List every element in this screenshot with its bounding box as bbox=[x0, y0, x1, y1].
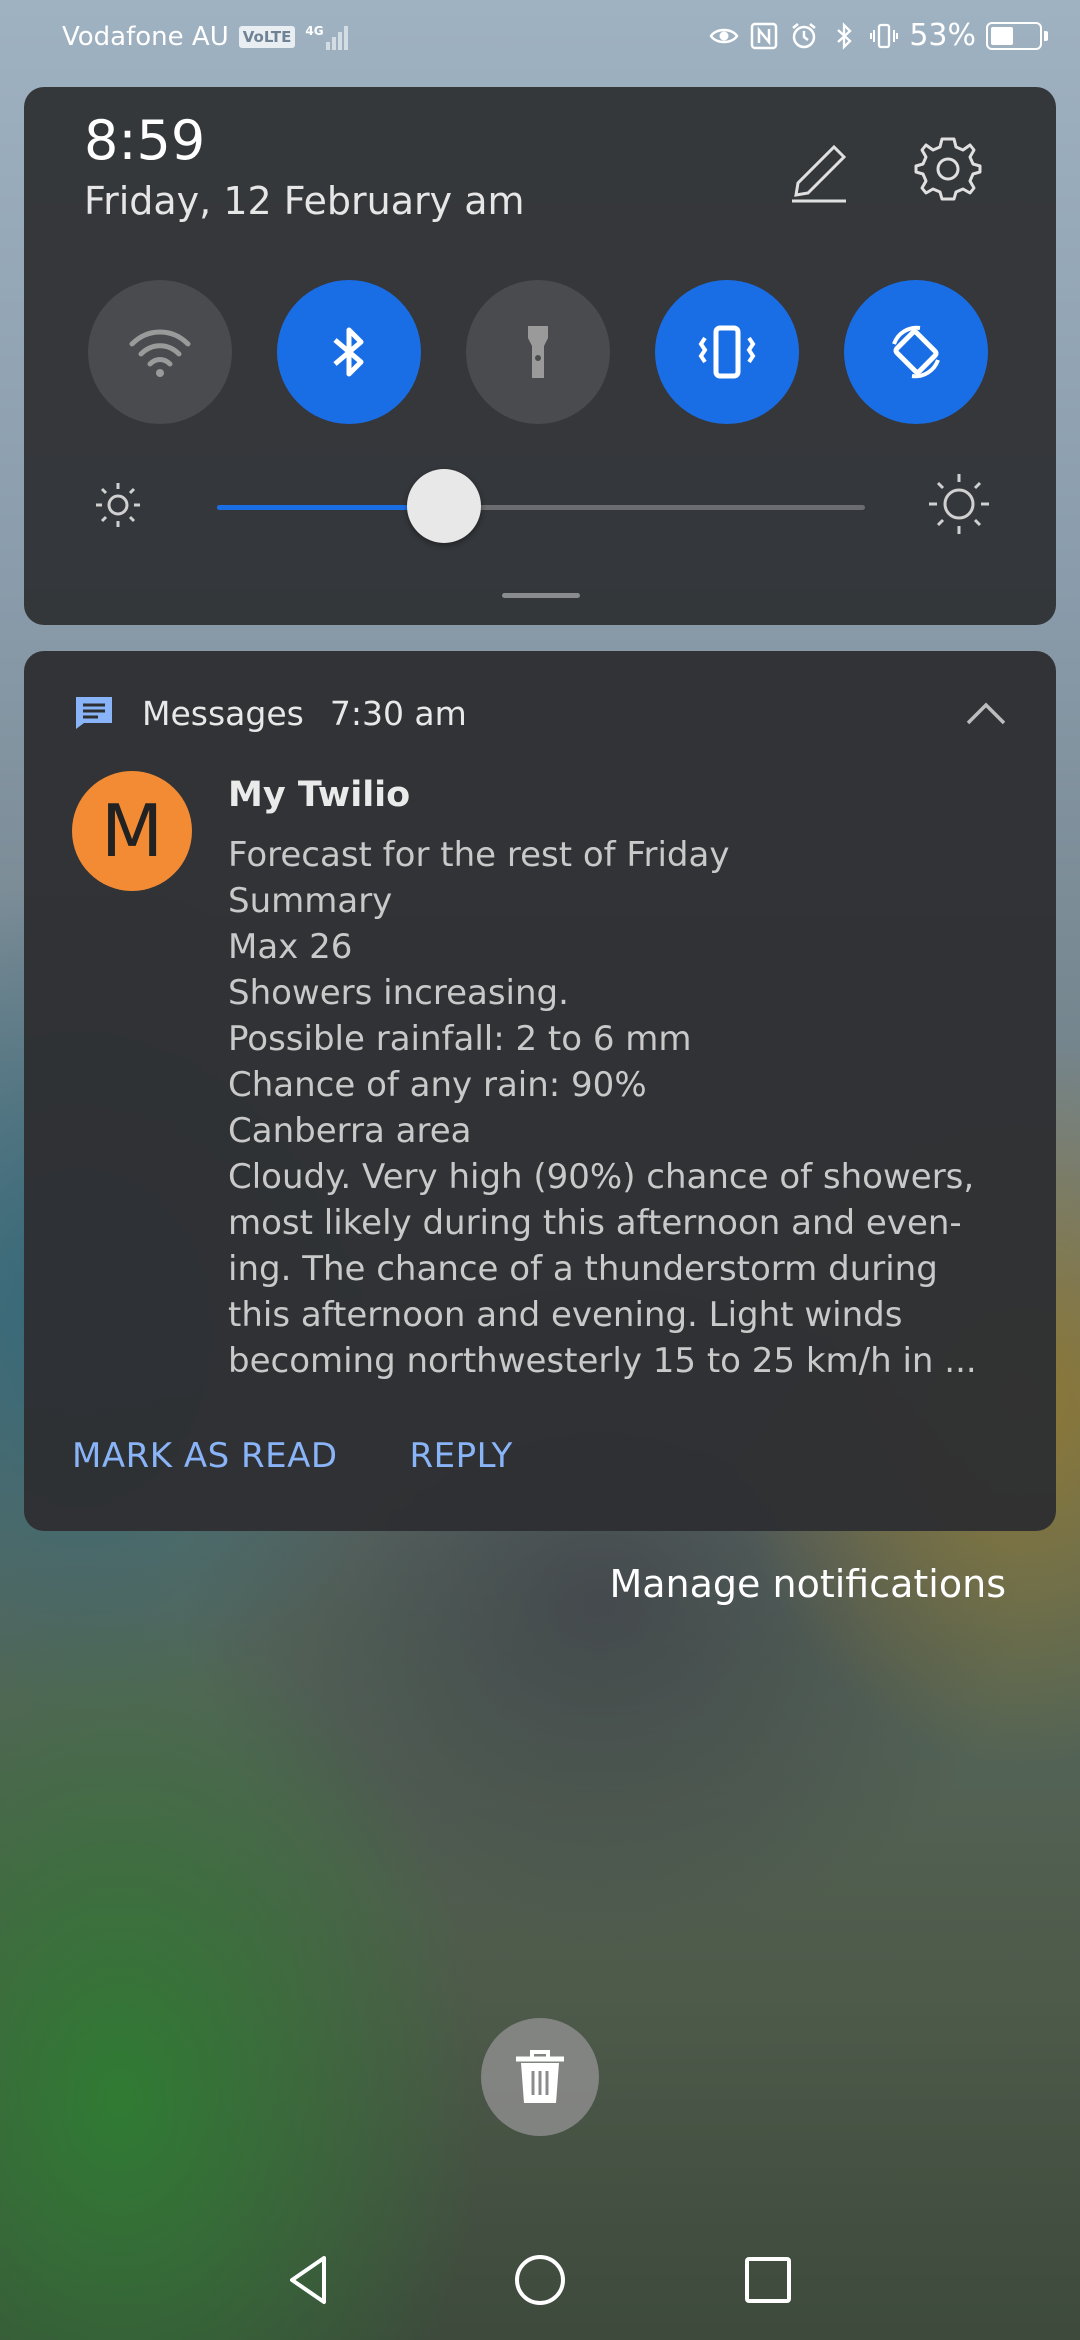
body-line: Canberra area bbox=[228, 1111, 472, 1151]
mark-as-read-button[interactable]: MARK AS READ bbox=[72, 1436, 338, 1476]
manage-notifications-link[interactable]: Manage notifications bbox=[609, 1562, 1006, 1606]
messages-app-icon bbox=[76, 697, 112, 729]
battery-percent: 53% bbox=[909, 18, 976, 53]
volte-badge: VoLTE bbox=[238, 26, 296, 48]
body-line: Forecast for the rest of Friday bbox=[228, 835, 730, 875]
chevron-up-icon[interactable] bbox=[964, 699, 1008, 727]
notification-header: Messages 7:30 am bbox=[74, 691, 467, 735]
alarm-icon bbox=[792, 22, 817, 48]
brightness-slider-thumb[interactable] bbox=[406, 469, 481, 543]
body-line: Summary bbox=[228, 881, 393, 921]
body-line: this afternoon and evening. Light winds bbox=[228, 1295, 903, 1335]
brightness-low-icon bbox=[96, 483, 140, 527]
brightness-slider[interactable] bbox=[217, 469, 865, 543]
network-type: 4G bbox=[305, 24, 324, 38]
notification-time: 7:30 am bbox=[329, 693, 467, 733]
auto-rotate-toggle[interactable] bbox=[844, 280, 988, 424]
trash-icon bbox=[516, 2050, 564, 2103]
flashlight-icon bbox=[528, 326, 548, 378]
body-line: Chance of any rain: 90% bbox=[228, 1065, 647, 1105]
nfc-icon bbox=[751, 22, 778, 49]
panel-drag-handle[interactable] bbox=[502, 593, 580, 598]
body-line: Possible rainfall: 2 to 6 mm bbox=[228, 1019, 692, 1059]
sender-name: My Twilio bbox=[228, 775, 411, 815]
status-bar: Vodafone AU VoLTE 4G 53% bbox=[0, 0, 1080, 76]
home-icon[interactable] bbox=[510, 2250, 570, 2310]
bluetooth-icon bbox=[837, 21, 852, 50]
recents-icon[interactable] bbox=[738, 2250, 798, 2310]
app-name: Messages bbox=[142, 693, 304, 733]
carrier-name: Vodafone AU bbox=[62, 22, 229, 52]
battery-icon bbox=[986, 21, 1048, 50]
eye-icon bbox=[709, 28, 739, 43]
body-line: ing. The chance of a thunderstorm during bbox=[228, 1249, 938, 1289]
signal-strength-icon: 4G bbox=[305, 24, 348, 50]
flashlight-toggle[interactable] bbox=[466, 280, 610, 424]
avatar: M bbox=[72, 771, 192, 891]
body-line: Showers increasing. bbox=[228, 973, 569, 1013]
quick-settings-panel: 8:59 Friday, 12 February am bbox=[24, 87, 1056, 625]
bluetooth-toggle[interactable] bbox=[277, 280, 421, 424]
body-line: most likely during this afternoon and ev… bbox=[228, 1203, 962, 1243]
status-icons: 53% bbox=[709, 18, 1048, 53]
carrier-group: Vodafone AU VoLTE 4G bbox=[62, 22, 348, 52]
message-notification[interactable]: Messages 7:30 am M My Twilio Forecast fo… bbox=[24, 651, 1056, 1531]
notification-actions: MARK AS READ REPLY bbox=[72, 1436, 513, 1476]
body-line: Max 26 bbox=[228, 927, 353, 967]
clock-date: Friday, 12 February am bbox=[84, 179, 525, 223]
back-icon[interactable] bbox=[280, 2250, 340, 2310]
reply-button[interactable]: REPLY bbox=[410, 1436, 513, 1476]
wifi-toggle[interactable] bbox=[88, 280, 232, 424]
body-line: Cloudy. Very high (90%) chance of shower… bbox=[228, 1157, 975, 1197]
vibrate-toggle[interactable] bbox=[655, 280, 799, 424]
gear-icon[interactable] bbox=[912, 133, 984, 205]
body-line: becoming northwesterly 15 to 25 km/h in … bbox=[228, 1341, 977, 1381]
navigation-bar bbox=[0, 2240, 1080, 2320]
wifi-icon bbox=[129, 329, 191, 377]
clock-time: 8:59 bbox=[84, 109, 206, 172]
bluetooth-icon bbox=[333, 327, 364, 377]
clear-all-button[interactable] bbox=[481, 2018, 599, 2136]
vibrate-icon bbox=[698, 325, 756, 379]
rotate-icon bbox=[892, 325, 940, 379]
vibrate-icon bbox=[870, 23, 899, 48]
message-body: Forecast for the rest of Friday Summary … bbox=[228, 832, 1008, 1384]
brightness-high-icon bbox=[929, 474, 989, 534]
edit-pencil-icon[interactable] bbox=[784, 137, 854, 207]
